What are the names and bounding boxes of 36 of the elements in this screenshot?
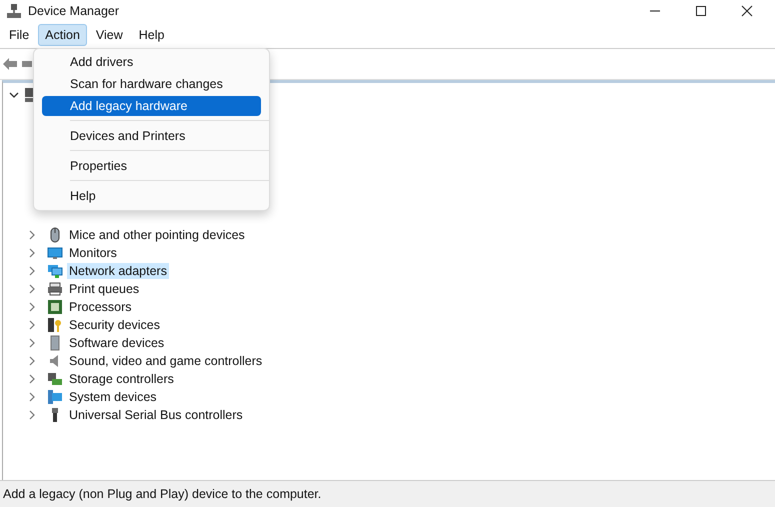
tree-item[interactable]: Security devices xyxy=(67,317,162,333)
storage-icon xyxy=(47,371,63,387)
tree-item[interactable]: Universal Serial Bus controllers xyxy=(67,407,245,423)
window-title: Device Manager xyxy=(28,4,120,18)
status-text: Add a legacy (non Plug and Play) device to the computer. xyxy=(3,487,322,501)
menu-option[interactable]: Add drivers xyxy=(42,52,261,72)
menu-option[interactable]: Properties xyxy=(42,156,261,176)
tree-item[interactable]: Network adapters xyxy=(67,263,169,279)
printer-icon xyxy=(47,281,63,297)
key-icon xyxy=(47,317,63,333)
menu-option[interactable]: Help xyxy=(42,186,261,206)
tree-item[interactable]: Storage controllers xyxy=(67,371,176,387)
tree-item[interactable]: Processors xyxy=(67,299,134,315)
close-icon[interactable] xyxy=(741,5,753,17)
menu-option[interactable]: Add legacy hardware xyxy=(42,96,261,116)
toolbar-icon[interactable] xyxy=(22,60,32,68)
tree-item[interactable]: Software devices xyxy=(67,335,166,351)
tree-item[interactable]: Monitors xyxy=(67,245,119,261)
monitor-icon xyxy=(47,245,63,261)
tree-item[interactable]: Sound, video and game controllers xyxy=(67,353,264,369)
computer-icon xyxy=(6,3,22,19)
computer-icon xyxy=(47,389,63,405)
tree-item[interactable]: System devices xyxy=(67,389,159,405)
menu-item[interactable]: View xyxy=(88,24,130,46)
menu-item[interactable]: File xyxy=(2,24,36,46)
maximize-icon[interactable] xyxy=(695,5,707,17)
back-arrow-icon[interactable] xyxy=(2,57,18,71)
menu-item[interactable]: Action xyxy=(38,24,87,46)
expand-chevron-icon[interactable] xyxy=(9,90,19,100)
tree-item[interactable]: Print queues xyxy=(67,281,142,297)
network-icon xyxy=(47,263,63,279)
tree-item[interactable]: Mice and other pointing devices xyxy=(67,227,247,243)
menu-option[interactable]: Scan for hardware changes xyxy=(42,74,261,94)
chip-icon xyxy=(47,299,63,315)
menu-item[interactable]: Help xyxy=(132,24,172,46)
menu-option[interactable]: Devices and Printers xyxy=(42,126,261,146)
